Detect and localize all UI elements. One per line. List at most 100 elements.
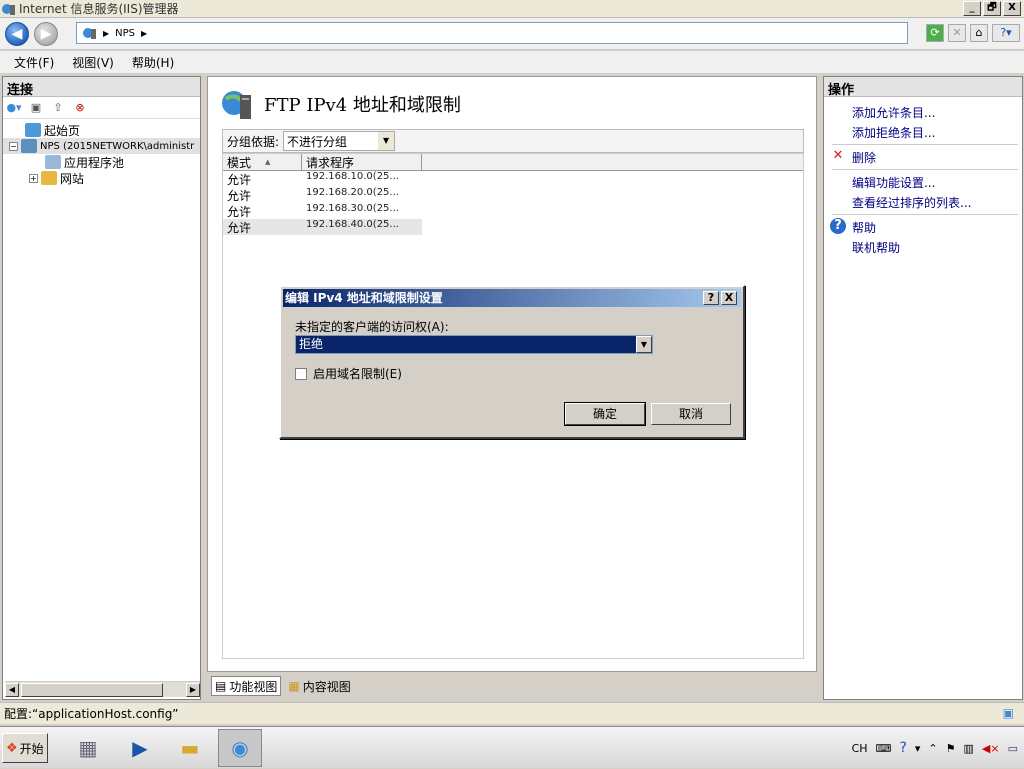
row-requester: 192.168.10.0(25... [306,171,399,182]
back-arrow-icon[interactable]: ◀ [5,22,29,46]
language-indicator[interactable]: CH [852,742,868,755]
ime-options-icon[interactable]: ▾ [915,742,921,755]
up-level-icon[interactable]: ⇧ [50,100,66,116]
scroll-thumb[interactable] [21,683,163,697]
iis-manager-taskbar-icon[interactable]: ◉ [218,729,262,767]
tab-features-view[interactable]: ▤ 功能视图 [211,676,282,696]
dialog-help-button[interactable]: ? [703,291,719,305]
dialog-title: 编辑 IPv4 地址和域限制设置 [285,291,443,305]
chevron-down-icon[interactable]: ▼ [636,336,652,353]
domain-restriction-label[interactable]: 启用域名限制(E) [313,365,402,382]
show-desktop-icon[interactable]: ▭ [1008,742,1018,755]
start-page-icon [25,123,41,137]
expand-icon[interactable]: + [29,173,38,183]
domain-restriction-option: 启用域名限制(E) [295,365,402,382]
action-center-flag-icon[interactable]: ⚑ [946,742,956,755]
chevron-down-icon[interactable]: ▼ [378,132,395,150]
column-header-mode[interactable]: 模式 ▲ [223,154,302,170]
server-globe-icon [83,28,96,39]
horizontal-scrollbar[interactable]: ◀ ▶ [5,681,200,697]
status-text: 配置:“applicationHost.config” [4,707,179,721]
tree-item-server[interactable]: − NPS (2015NETWORK\administr [3,138,200,154]
help-dropdown-icon[interactable]: ?▾ [992,24,1020,42]
group-by-select[interactable]: 不进行分组 ▼ [283,131,396,151]
tree-item-start-page[interactable]: 起始页 [3,122,200,138]
forward-arrow-icon[interactable]: ▶ [34,22,58,46]
group-by-label: 分组依据: [227,134,280,149]
delete-connection-icon[interactable]: ⊗ [72,100,88,116]
features-view-icon: ▤ [215,679,227,693]
stop-icon[interactable]: ✕ [948,24,966,42]
divider [832,144,1018,145]
action-online-help[interactable]: 联机帮助 [852,239,900,256]
action-edit-settings[interactable]: 编辑功能设置... [852,174,935,191]
app-pool-icon [45,155,61,169]
powershell-icon[interactable]: ▶ [118,729,162,767]
connections-toolbar: ●▾ ▣ ⇧ ⊗ [3,97,200,119]
scroll-right-icon[interactable]: ▶ [186,683,200,697]
window-titlebar: Internet 信息服务(IIS)管理器 _ 🗗 X [0,0,1024,18]
action-add-deny[interactable]: 添加拒绝条目... [852,124,935,141]
connect-globe-icon[interactable]: ●▾ [6,100,22,116]
tree-item-label: 起始页 [44,123,81,138]
server-manager-icon[interactable]: ▦ [66,729,110,767]
collapse-icon[interactable]: − [9,141,18,151]
tree-item-app-pools[interactable]: 应用程序池 [3,154,200,170]
access-select[interactable]: 拒绝 ▼ [295,335,653,354]
restore-button[interactable]: 🗗 [983,1,1001,16]
cancel-button[interactable]: 取消 [651,403,731,425]
address-breadcrumb[interactable]: ▶ NPS ▶ [76,22,908,44]
start-button[interactable]: ❖ 开始 [2,733,48,763]
tree-item-sites[interactable]: + 网站 [3,170,200,186]
server-icon [21,139,37,153]
access-select-value: 拒绝 [299,337,324,351]
action-add-allow[interactable]: 添加允许条目... [852,104,935,121]
delete-icon[interactable]: ✕ [830,148,846,164]
page-title: FTP IPv4 地址和域限制 [264,95,461,116]
domain-restriction-checkbox[interactable] [295,367,307,380]
menu-file[interactable]: 文件(F) [14,54,54,71]
table-row[interactable]: 允许 192.168.20.0(25... [223,187,803,203]
breadcrumb-item-nps[interactable]: NPS [115,28,135,39]
save-icon[interactable]: ▣ [28,100,44,116]
edit-restrictions-dialog: 编辑 IPv4 地址和域限制设置 ? X 未指定的客户端的访问权(A): 拒绝 … [279,285,745,439]
grid-header: 模式 ▲ 请求程序 [223,154,803,171]
action-help[interactable]: 帮助 [852,219,876,236]
close-button[interactable]: X [1003,1,1021,16]
access-label: 未指定的客户端的访问权(A): [295,320,449,334]
tree-item-label: 网站 [60,171,85,186]
volume-muted-icon[interactable]: ◀× [982,742,1000,755]
refresh-icon[interactable]: ⟳ [926,24,944,42]
menu-help[interactable]: 帮助(H) [132,54,174,71]
dialog-close-button[interactable]: X [721,291,737,305]
table-row[interactable]: 允许 192.168.40.0(25... [223,219,422,235]
row-mode: 允许 [227,173,252,187]
show-hidden-icons-icon[interactable]: ⌃ [928,742,937,755]
row-requester: 192.168.20.0(25... [306,187,399,198]
scroll-left-icon[interactable]: ◀ [5,683,19,697]
explorer-folder-icon[interactable]: ▬ [168,729,212,767]
divider [832,214,1018,215]
view-tabs: ▤ 功能视图 ▦ 内容视图 [211,676,354,696]
action-view-ordered-list[interactable]: 查看经过排序的列表... [852,194,971,211]
breadcrumb-separator-icon[interactable]: ▶ [141,29,147,38]
sites-folder-icon [41,171,57,185]
tab-content-view[interactable]: ▦ 内容视图 [285,676,353,696]
table-row[interactable]: 允许 192.168.10.0(25... [223,171,803,187]
help-tray-icon[interactable]: ? [899,740,906,756]
table-row[interactable]: 允许 192.168.30.0(25... [223,203,803,219]
network-icon[interactable]: ▥ [964,742,974,755]
menu-view[interactable]: 视图(V) [72,54,114,71]
help-icon[interactable]: ? [830,218,846,234]
group-by-value: 不进行分组 [287,134,348,149]
minimize-button[interactable]: _ [963,1,981,16]
home-icon[interactable]: ⌂ [970,24,988,42]
column-header-requester[interactable]: 请求程序 [302,154,422,170]
ok-button[interactable]: 确定 [564,402,646,426]
action-delete[interactable]: 删除 [852,149,876,166]
keyboard-icon[interactable]: ⌨ [876,742,892,755]
iis-manager-icon [2,3,15,15]
sort-ascending-icon: ▲ [265,158,271,166]
system-tray: CH ⌨ ? ▾ ⌃ ⚑ ▥ ◀× ▭ [852,727,1024,769]
divider [832,169,1018,170]
